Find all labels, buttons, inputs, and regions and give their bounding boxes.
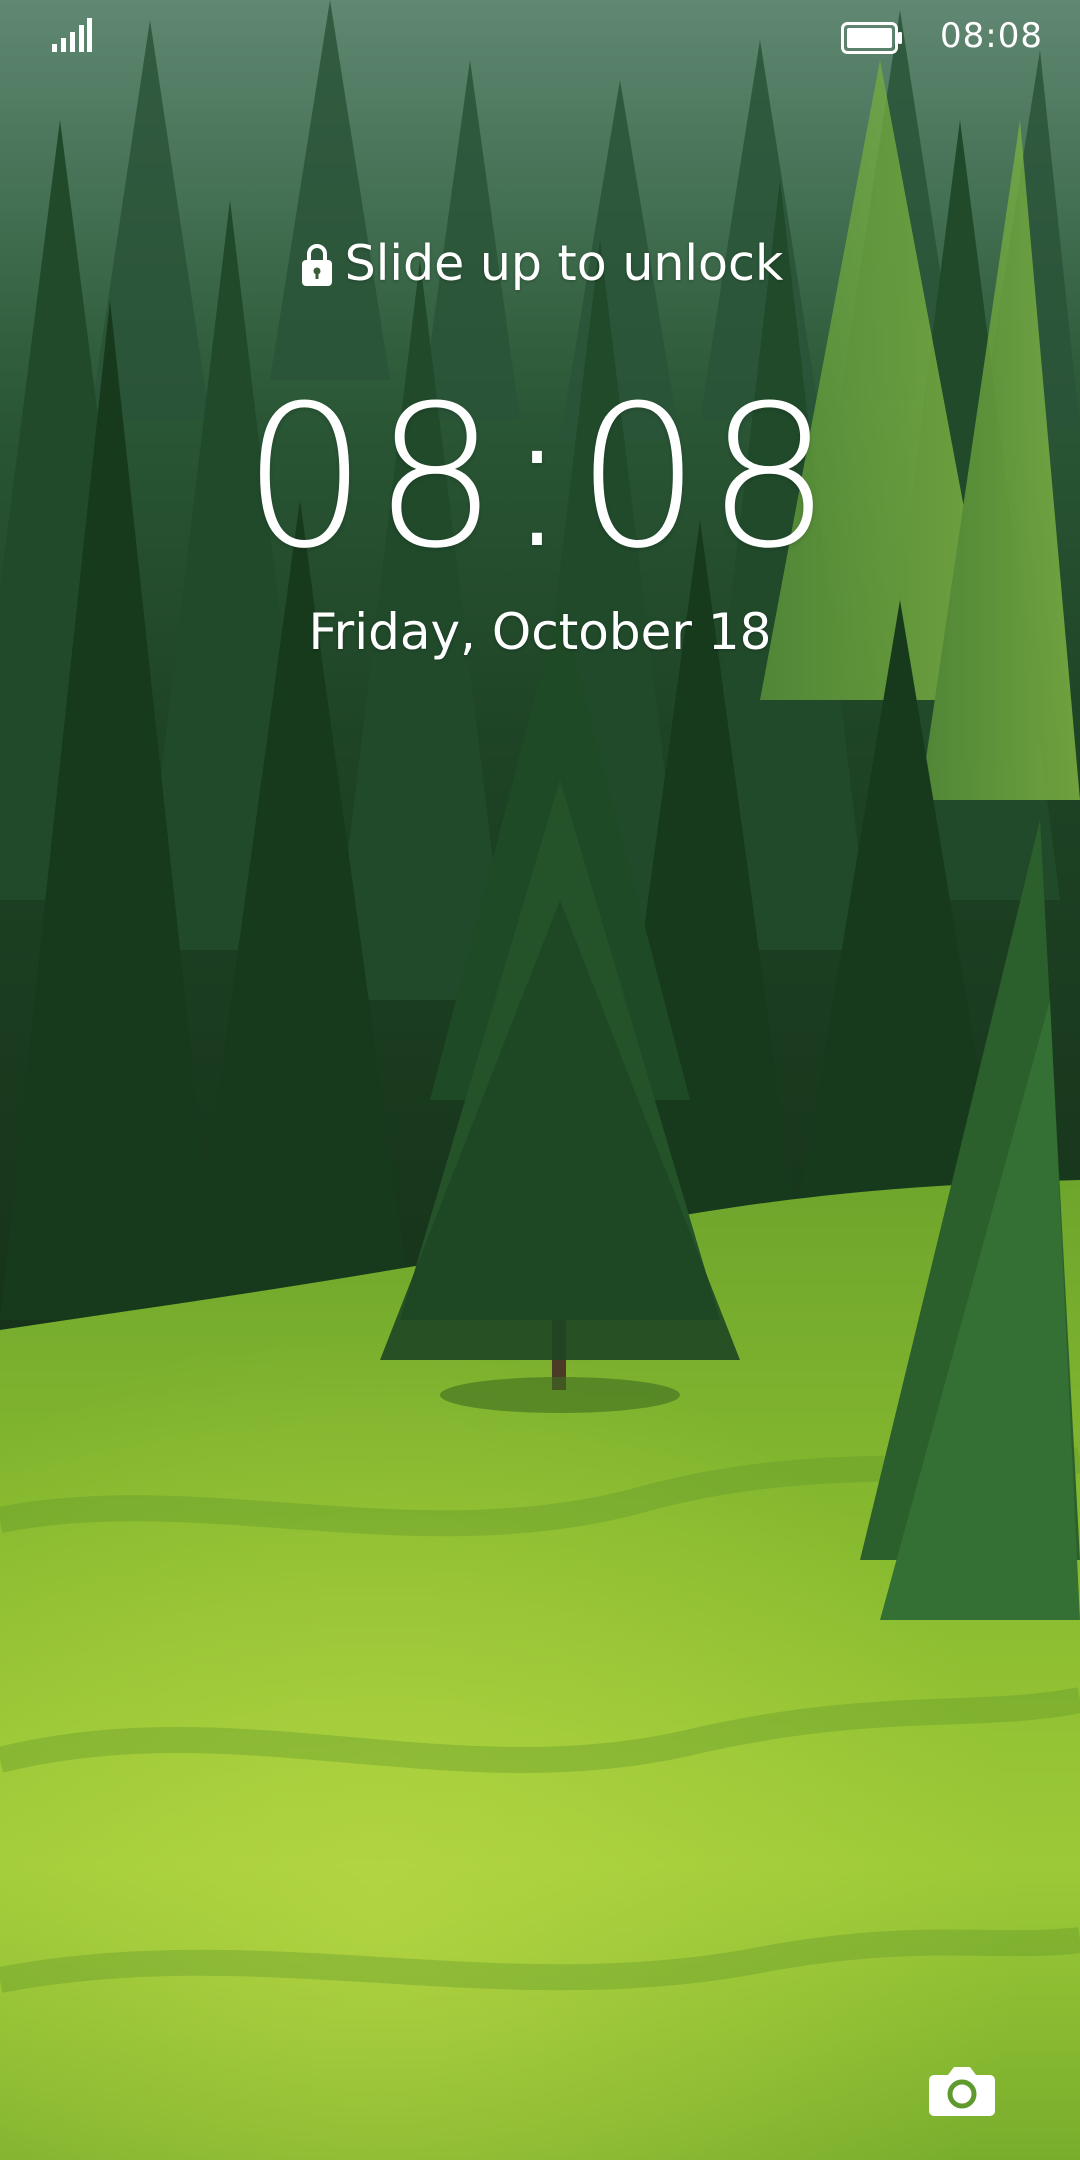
status-time: 08:08: [940, 16, 1043, 56]
clock-time: 08:08: [242, 364, 838, 592]
signal-bars-icon: [52, 18, 92, 52]
battery-full-icon: [841, 22, 902, 54]
camera-shortcut-button[interactable]: [914, 2050, 1010, 2130]
lockscreen-date: Friday, October 18: [308, 603, 772, 661]
unlock-hint[interactable]: Slide up to unlock: [0, 232, 1080, 296]
lockscreen-clock: 08:08: [0, 378, 1080, 578]
lockscreen-wallpaper: [0, 0, 1080, 2160]
camera-icon: [929, 2067, 995, 2116]
unlock-hint-text: Slide up to unlock: [344, 235, 784, 292]
padlock-icon: [301, 244, 332, 286]
status-bar: 08:08: [0, 0, 1080, 76]
